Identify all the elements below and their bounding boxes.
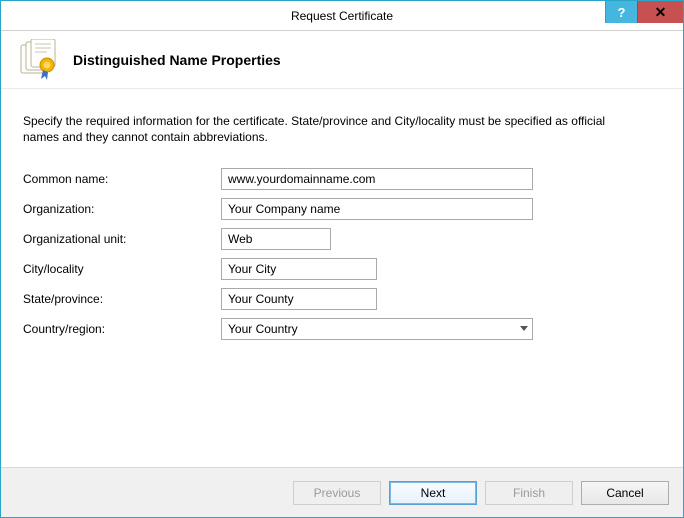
input-org-unit[interactable] [221, 228, 331, 250]
wizard-header: Distinguished Name Properties [1, 31, 683, 89]
input-organization[interactable] [221, 198, 533, 220]
label-organization: Organization: [23, 202, 221, 216]
instructions-text: Specify the required information for the… [23, 113, 643, 145]
wizard-footer: Previous Next Finish Cancel [1, 467, 683, 517]
cancel-button[interactable]: Cancel [581, 481, 669, 505]
label-org-unit: Organizational unit: [23, 232, 221, 246]
label-city: City/locality [23, 262, 221, 276]
page-title: Distinguished Name Properties [73, 52, 281, 68]
next-button[interactable]: Next [389, 481, 477, 505]
row-org-unit: Organizational unit: [23, 227, 661, 251]
finish-button: Finish [485, 481, 573, 505]
row-country: Country/region: Your Country [23, 317, 661, 341]
help-button[interactable]: ? [605, 1, 637, 23]
request-certificate-dialog: Request Certificate ? ✕ Distinguished Na… [0, 0, 684, 518]
input-city[interactable] [221, 258, 377, 280]
input-state[interactable] [221, 288, 377, 310]
row-state: State/province: [23, 287, 661, 311]
label-country: Country/region: [23, 322, 221, 336]
certificate-icon [17, 39, 59, 81]
select-country-value: Your Country [221, 318, 533, 340]
select-country[interactable]: Your Country [221, 318, 533, 340]
label-state: State/province: [23, 292, 221, 306]
row-organization: Organization: [23, 197, 661, 221]
close-button[interactable]: ✕ [637, 1, 683, 23]
window-title: Request Certificate [1, 1, 683, 30]
label-common-name: Common name: [23, 172, 221, 186]
row-city: City/locality [23, 257, 661, 281]
window-controls: ? ✕ [605, 1, 683, 23]
wizard-body: Specify the required information for the… [1, 89, 683, 467]
title-bar: Request Certificate ? ✕ [1, 1, 683, 31]
input-common-name[interactable] [221, 168, 533, 190]
previous-button: Previous [293, 481, 381, 505]
row-common-name: Common name: [23, 167, 661, 191]
